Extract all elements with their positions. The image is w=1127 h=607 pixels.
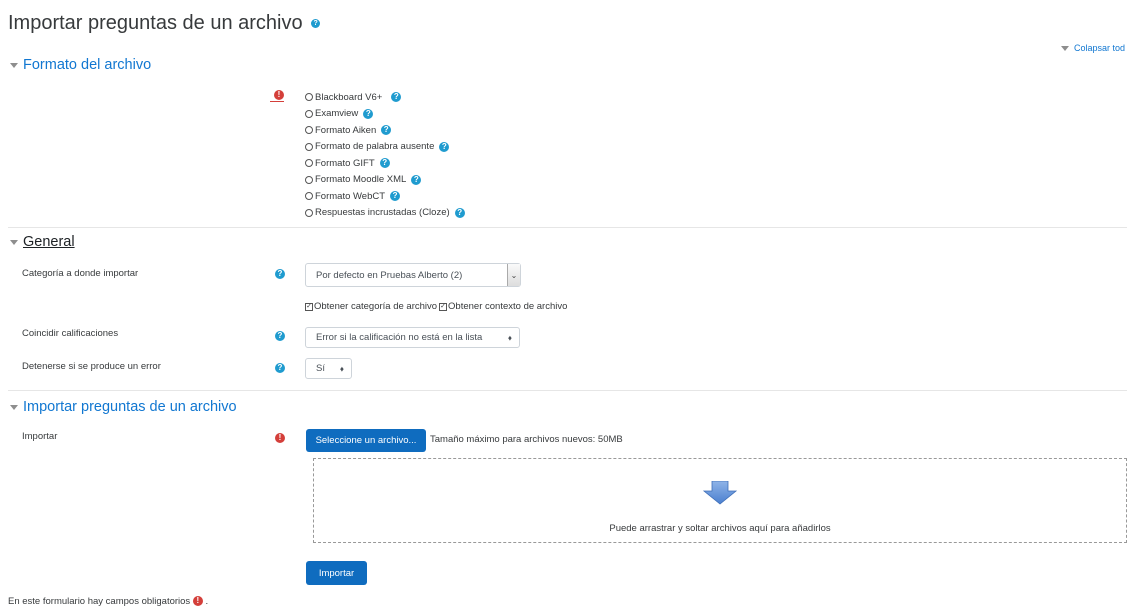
stop-on-error-value: Sí xyxy=(316,363,325,374)
choose-file-label: Seleccione un archivo... xyxy=(315,435,417,446)
grades-label: Coincidir calificaciones xyxy=(22,328,119,339)
page-title: Importar preguntas de un archivo ? xyxy=(8,12,321,35)
required-icon: ! xyxy=(275,433,285,443)
format-option[interactable]: Examview ? xyxy=(305,106,465,123)
grades-select[interactable]: Error si la calificación no está en la l… xyxy=(305,327,520,348)
radio-button[interactable] xyxy=(305,126,313,135)
caret-down-icon xyxy=(10,239,18,245)
radio-button[interactable] xyxy=(305,159,313,168)
section-import-title: Importar preguntas de un archivo xyxy=(23,399,237,415)
import-label: Importar xyxy=(22,431,58,442)
caret-down-icon xyxy=(1060,46,1069,52)
format-option-label: Formato de palabra ausente xyxy=(315,141,435,153)
help-icon[interactable]: ? xyxy=(311,19,321,29)
format-option[interactable]: Formato Aiken ? xyxy=(305,122,465,139)
format-option[interactable]: Formato WebCT ? xyxy=(305,188,465,205)
format-radio-group: Blackboard V6+ ? Examview ? Formato Aike… xyxy=(305,89,465,221)
help-icon[interactable]: ? xyxy=(454,207,465,218)
format-option-label: Blackboard V6+ xyxy=(315,91,383,103)
checkbox-category-label: Obtener categoría de archivo xyxy=(314,301,438,312)
format-option[interactable]: Formato GIFT ? xyxy=(305,155,465,172)
format-option-label: Formato GIFT xyxy=(315,157,375,169)
help-icon[interactable]: ? xyxy=(391,92,402,103)
choose-file-button[interactable]: Seleccione un archivo... xyxy=(306,429,426,452)
collapse-all-link[interactable]: Colapsar tod xyxy=(1060,43,1125,53)
section-format-header[interactable]: Formato del archivo xyxy=(10,57,151,73)
import-submit-label: Importar xyxy=(318,567,355,579)
section-general-header[interactable]: General xyxy=(10,234,75,250)
import-submit-button[interactable]: Importar xyxy=(306,561,367,585)
help-icon[interactable]: ? xyxy=(379,158,390,169)
format-option[interactable]: Blackboard V6+ ? xyxy=(305,89,465,106)
caret-down-icon xyxy=(10,62,18,68)
caret-down-icon xyxy=(10,404,18,410)
category-label: Categoría a donde importar xyxy=(22,268,139,279)
checkbox-context[interactable]: ✓ xyxy=(439,302,448,311)
radio-button[interactable] xyxy=(305,109,313,118)
required-icon: ! xyxy=(192,596,203,607)
category-select-value: Por defecto en Pruebas Alberto (2) xyxy=(316,269,463,281)
help-icon[interactable]: ? xyxy=(439,141,450,152)
help-icon[interactable]: ? xyxy=(381,125,392,136)
radio-button[interactable] xyxy=(305,142,313,151)
help-icon[interactable]: ? xyxy=(275,269,285,279)
format-option-label: Formato Moodle XML xyxy=(315,174,407,186)
checkbox-context-label: Obtener contexto de archivo xyxy=(448,301,568,312)
download-arrow-icon xyxy=(703,481,737,505)
category-checkboxes: ✓ Obtener categoría de archivo ✓ Obtener… xyxy=(305,301,567,312)
chevron-down-icon: ⌄ xyxy=(507,264,520,286)
format-option-label: Formato WebCT xyxy=(315,190,386,202)
select-arrows-icon: ♦ xyxy=(507,333,512,342)
required-icon: ! xyxy=(274,90,284,100)
section-divider xyxy=(8,227,1127,228)
checkbox-category[interactable]: ✓ xyxy=(305,302,313,311)
radio-button[interactable] xyxy=(305,175,313,184)
required-underline xyxy=(270,101,284,102)
format-option[interactable]: Respuestas incrustadas (Cloze) ? xyxy=(305,205,465,222)
stop-on-error-label: Detenerse si se produce un error xyxy=(22,361,161,372)
dropzone-text: Puede arrastrar y soltar archivos aquí p… xyxy=(609,523,831,534)
format-option-label: Examview xyxy=(315,108,359,120)
help-icon[interactable]: ? xyxy=(275,331,285,341)
required-note-text: En este formulario hay campos obligatori… xyxy=(8,596,191,607)
radio-button[interactable] xyxy=(305,93,313,102)
help-icon[interactable]: ? xyxy=(390,191,401,202)
radio-button[interactable] xyxy=(305,208,313,217)
help-icon[interactable]: ? xyxy=(411,174,422,185)
section-import-header[interactable]: Importar preguntas de un archivo xyxy=(10,399,237,415)
collapse-all-label: Colapsar tod xyxy=(1073,43,1125,53)
section-general-title: General xyxy=(23,234,75,250)
select-arrows-icon: ♦ xyxy=(339,364,344,373)
max-size-text: Tamaño máximo para archivos nuevos: 50MB xyxy=(430,434,623,445)
help-icon[interactable]: ? xyxy=(363,108,374,119)
radio-button[interactable] xyxy=(305,192,313,201)
help-icon[interactable]: ? xyxy=(275,363,285,373)
file-dropzone[interactable]: Puede arrastrar y soltar archivos aquí p… xyxy=(313,458,1127,543)
format-option[interactable]: Formato de palabra ausente ? xyxy=(305,139,465,156)
stop-on-error-select[interactable]: Sí ♦ xyxy=(305,358,352,379)
section-format-title: Formato del archivo xyxy=(23,57,152,73)
section-divider xyxy=(8,390,1127,391)
format-option-label: Formato Aiken xyxy=(315,124,377,136)
category-select[interactable]: Por defecto en Pruebas Alberto (2) ⌄ xyxy=(305,263,521,287)
format-option-label: Respuestas incrustadas (Cloze) xyxy=(315,207,450,219)
required-note-trailing: . xyxy=(205,596,209,607)
grades-select-value: Error si la calificación no está en la l… xyxy=(316,332,483,343)
format-option[interactable]: Formato Moodle XML ? xyxy=(305,172,465,189)
page-title-text: Importar preguntas de un archivo xyxy=(8,12,303,34)
required-fields-note: En este formulario hay campos obligatori… xyxy=(8,596,208,607)
